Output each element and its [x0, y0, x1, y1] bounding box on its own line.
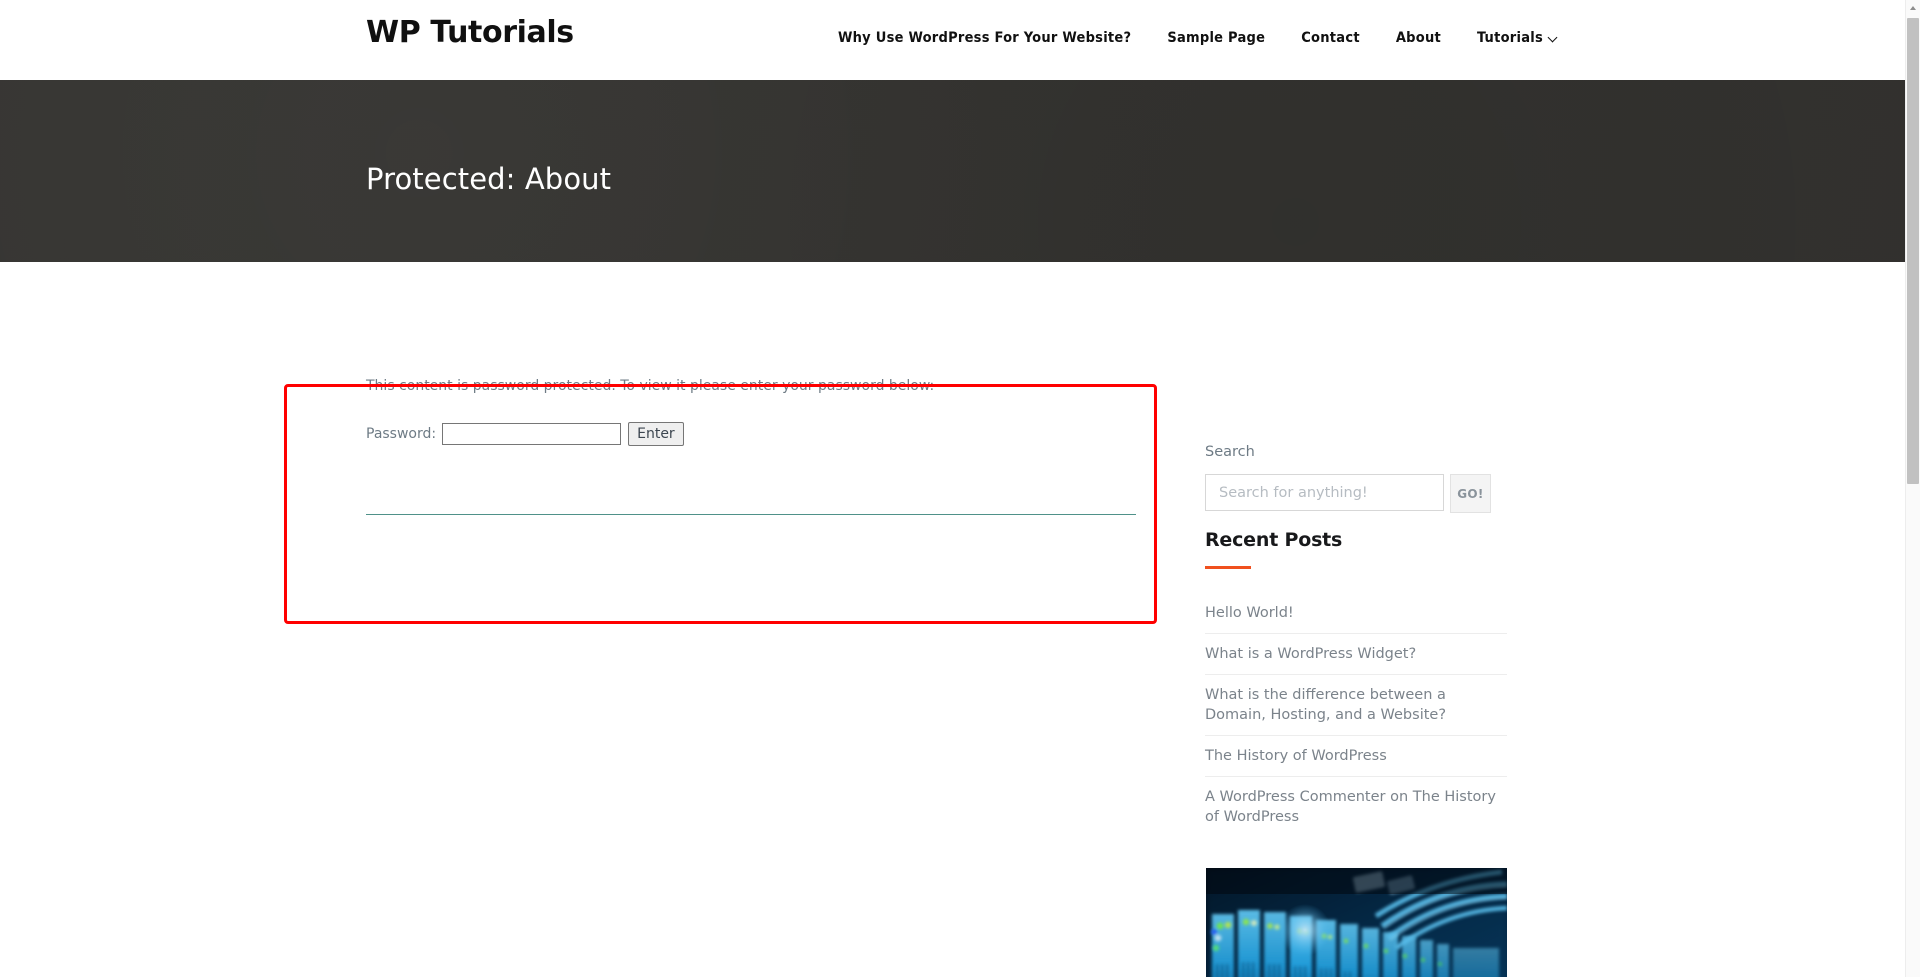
password-intro-text: This content is password protected. To v… [366, 378, 935, 394]
title-accent-bar [1205, 566, 1251, 569]
password-input[interactable] [442, 423, 622, 445]
recent-post-link[interactable]: What is the difference between a Domain,… [1205, 675, 1507, 735]
vertical-scrollbar[interactable] [1905, 0, 1920, 977]
site-logo[interactable]: WP Tutorials [366, 14, 574, 52]
password-protected-article: This content is password protected. To v… [366, 374, 1136, 523]
server-rack-image [1206, 868, 1507, 977]
recent-post-link[interactable]: The History of WordPress [1205, 736, 1507, 776]
nav-item-tutorials[interactable]: Tutorials [1459, 28, 1558, 48]
page-title: Protected: About [366, 162, 612, 197]
content-area: This content is password protected. To v… [0, 262, 1905, 977]
nav-item-why-use-wordpress[interactable]: Why Use WordPress For Your Website? [820, 28, 1149, 48]
recent-post-link[interactable]: A WordPress Commenter on The History of … [1205, 777, 1507, 837]
list-item: A WordPress Commenter on The History of … [1205, 777, 1507, 837]
recent-posts-list: Hello World! What is a WordPress Widget?… [1205, 593, 1507, 837]
widget-image-server-rack [1206, 868, 1507, 977]
list-item: What is the difference between a Domain,… [1205, 675, 1507, 736]
nav-item-contact[interactable]: Contact [1283, 28, 1378, 48]
widget-recent-posts: Recent Posts Hello World! What is a Word… [1205, 527, 1507, 837]
browser-page: WP Tutorials Why Use WordPress For Your … [0, 0, 1920, 977]
search-submit-button[interactable]: GO! [1450, 474, 1491, 513]
search-row: GO! [1205, 474, 1507, 513]
list-item: The History of WordPress [1205, 736, 1507, 777]
nav-item-sample-page[interactable]: Sample Page [1149, 28, 1283, 48]
recent-post-link[interactable]: Hello World! [1205, 593, 1507, 633]
password-form: Password: Enter [366, 422, 1136, 446]
chevron-down-icon [1549, 33, 1558, 42]
password-submit-button[interactable]: Enter [628, 422, 684, 446]
main-navigation: Why Use WordPress For Your Website? Samp… [820, 28, 1558, 48]
page-hero-banner: Protected: About [0, 80, 1905, 262]
widget-search: Search GO! [1205, 442, 1507, 513]
site-header: WP Tutorials Why Use WordPress For Your … [0, 0, 1905, 80]
nav-item-label: Tutorials [1477, 30, 1543, 46]
scroll-up-arrow-icon[interactable] [1906, 0, 1920, 15]
nav-item-label: About [1395, 30, 1441, 46]
recent-posts-title: Recent Posts [1205, 529, 1343, 551]
scrollbar-thumb[interactable] [1907, 18, 1919, 484]
list-item: What is a WordPress Widget? [1205, 634, 1507, 675]
recent-post-link[interactable]: What is a WordPress Widget? [1205, 634, 1507, 674]
nav-item-label: Why Use WordPress For Your Website? [838, 30, 1132, 46]
list-item: Hello World! [1205, 593, 1507, 634]
nav-item-label: Sample Page [1167, 30, 1266, 46]
password-label: Password: [366, 426, 437, 442]
search-input[interactable] [1205, 474, 1444, 511]
nav-item-label: Contact [1301, 30, 1360, 46]
content-divider [366, 514, 1136, 515]
search-widget-title: Search [1205, 444, 1255, 460]
nav-item-about[interactable]: About [1378, 28, 1459, 48]
